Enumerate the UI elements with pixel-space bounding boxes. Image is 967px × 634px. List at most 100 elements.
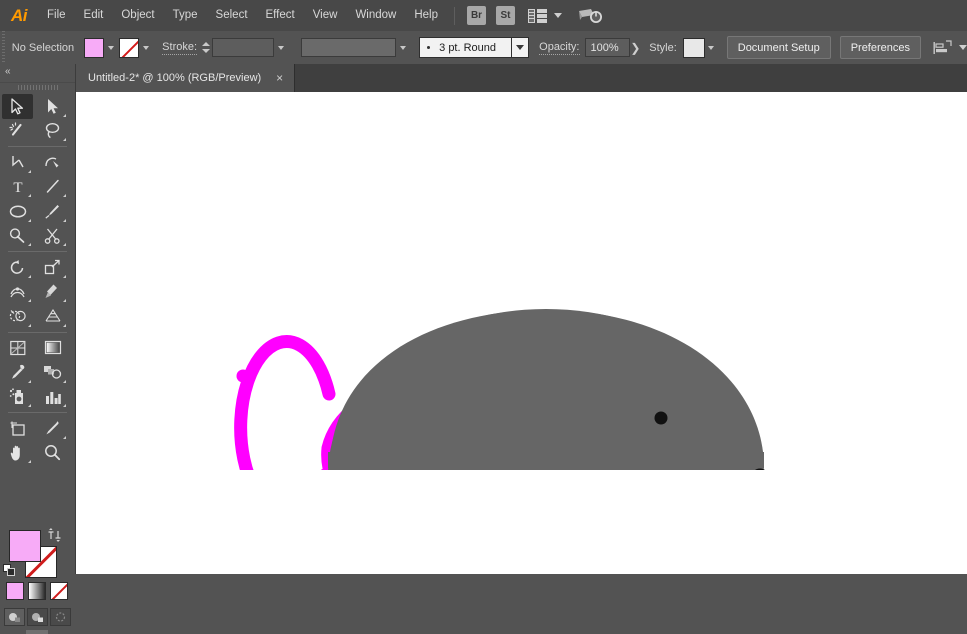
tool-row	[0, 304, 75, 329]
selection-tool[interactable]	[2, 94, 33, 119]
type-tool[interactable]: T	[2, 175, 33, 200]
stroke-weight-input[interactable]	[212, 38, 275, 57]
brush-definition-value[interactable]: 3 pt. Round	[419, 37, 513, 58]
eyedropper-tool[interactable]	[2, 360, 33, 385]
app-logo-icon: Ai	[11, 5, 28, 25]
pen-tool[interactable]	[2, 150, 33, 175]
default-fill-stroke-icon[interactable]	[3, 564, 16, 580]
menu-help[interactable]: Help	[405, 0, 447, 31]
tool-flyout-indicator-icon	[28, 299, 31, 302]
stroke-profile-input[interactable]	[301, 38, 397, 57]
width-tool[interactable]	[2, 280, 33, 305]
svg-text:T: T	[13, 180, 22, 195]
none-fill-icon[interactable]	[50, 582, 68, 600]
collapse-panel-icon[interactable]: «	[5, 66, 10, 77]
stepper-down-icon[interactable]	[201, 49, 210, 53]
tool-row: T	[0, 175, 75, 200]
eye	[654, 411, 668, 425]
opacity-input[interactable]: 100%	[584, 38, 630, 57]
style-chevron-down-icon[interactable]	[705, 38, 718, 58]
scissors-tool[interactable]	[37, 224, 68, 249]
draw-behind-icon[interactable]	[27, 608, 48, 626]
stroke-weight-label[interactable]: Stroke:	[162, 41, 198, 55]
scale-tool[interactable]	[37, 255, 68, 280]
gradient-tool[interactable]	[37, 336, 68, 361]
tool-row	[0, 150, 75, 175]
document-setup-button[interactable]: Document Setup	[726, 36, 831, 59]
stroke-chevron-down-icon[interactable]	[139, 38, 152, 58]
draw-normal-icon[interactable]	[4, 608, 25, 626]
tool-flyout-indicator-icon	[28, 169, 31, 173]
perspective-grid-tool[interactable]	[37, 304, 68, 329]
tool-row	[0, 280, 75, 305]
bridge-button[interactable]: Br	[467, 6, 486, 25]
menu-edit[interactable]: Edit	[75, 0, 113, 31]
line-segment-tool[interactable]	[37, 175, 68, 200]
stock-button[interactable]: St	[496, 6, 515, 25]
close-icon[interactable]: ×	[273, 72, 286, 85]
menu-object[interactable]: Object	[112, 0, 163, 31]
canvas-artboard[interactable]	[76, 92, 967, 574]
tool-flyout-indicator-icon	[63, 274, 66, 278]
swap-fill-stroke-icon[interactable]	[47, 528, 62, 545]
color-fill-icon[interactable]	[6, 582, 24, 600]
menu-window[interactable]: Window	[346, 0, 405, 31]
column-graph-tool[interactable]	[37, 385, 68, 410]
slice-tool[interactable]	[37, 416, 68, 441]
tools-panel-header: «	[0, 64, 75, 83]
zoom-tool[interactable]	[37, 441, 68, 466]
align-objects-icon[interactable]	[933, 39, 953, 56]
mesh-tool[interactable]	[2, 336, 33, 361]
stroke-weight-stepper[interactable]	[201, 38, 210, 58]
shape-builder-tool[interactable]	[2, 304, 33, 329]
direct-selection-tool[interactable]	[37, 94, 68, 119]
menu-select[interactable]: Select	[207, 0, 257, 31]
artboard-tool[interactable]	[2, 416, 33, 441]
symbol-sprayer-tool[interactable]	[2, 385, 33, 410]
change-screen-mode-icon[interactable]	[26, 630, 48, 634]
lasso-tool[interactable]	[37, 119, 68, 144]
menu-type[interactable]: Type	[164, 0, 207, 31]
magic-wand-tool[interactable]	[2, 119, 33, 144]
draw-inside-icon[interactable]	[50, 608, 71, 626]
control-bar-grip[interactable]	[0, 31, 6, 64]
gradient-fill-icon[interactable]	[28, 582, 46, 600]
ellipse-tool[interactable]	[2, 199, 33, 224]
document-tab[interactable]: Untitled-2* @ 100% (RGB/Preview) ×	[76, 64, 296, 92]
fill-chevron-down-icon[interactable]	[104, 38, 117, 58]
tool-row	[0, 94, 75, 119]
tools-panel-grip[interactable]	[18, 85, 58, 90]
stroke-weight-chevron-down-icon[interactable]	[274, 38, 287, 58]
align-chevron-down-icon[interactable]	[959, 45, 967, 50]
workspace-switcher-icon[interactable]	[578, 7, 603, 25]
arrange-chevron-down-icon[interactable]	[554, 13, 562, 18]
tool-flyout-indicator-icon	[28, 404, 31, 407]
opacity-more-arrow-icon[interactable]: ❯	[630, 38, 642, 58]
tool-flyout-indicator-icon	[28, 274, 31, 278]
hand-tool[interactable]	[2, 441, 33, 466]
fill-color-swatch[interactable]	[9, 530, 41, 562]
free-transform-tool[interactable]	[37, 280, 68, 305]
menu-view[interactable]: View	[304, 0, 347, 31]
opacity-label[interactable]: Opacity:	[539, 41, 580, 55]
brush-definition-label: 3 pt. Round	[439, 41, 497, 54]
stroke-profile-chevron-down-icon[interactable]	[396, 38, 409, 58]
preferences-button[interactable]: Preferences	[839, 36, 921, 59]
fill-swatch[interactable]	[84, 37, 105, 58]
stroke-swatch-none-icon[interactable]	[119, 37, 140, 58]
tool-flyout-indicator-icon	[63, 323, 66, 327]
brush-chevron-down-icon[interactable]	[512, 37, 530, 58]
graphic-style-swatch[interactable]	[682, 37, 705, 58]
stepper-up-icon[interactable]	[201, 42, 210, 46]
tools-panel: « T	[0, 64, 76, 634]
shaper-tool[interactable]	[2, 224, 33, 249]
tool-row	[0, 119, 75, 144]
menu-file[interactable]: File	[38, 0, 75, 31]
rotate-tool[interactable]	[2, 255, 33, 280]
fill-control	[84, 37, 117, 58]
arrange-documents-icon[interactable]	[528, 8, 548, 23]
blend-tool[interactable]	[37, 360, 68, 385]
curvature-tool[interactable]	[37, 150, 68, 175]
paintbrush-tool[interactable]	[37, 199, 68, 224]
menu-effect[interactable]: Effect	[257, 0, 304, 31]
